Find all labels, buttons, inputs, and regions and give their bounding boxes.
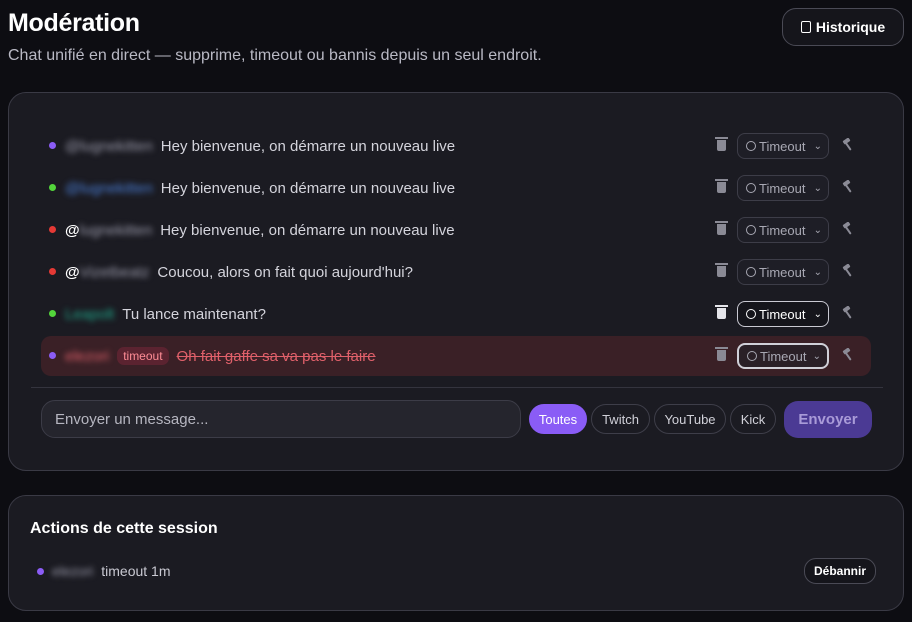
message-username[interactable]: Leapolt xyxy=(65,306,114,323)
chat-message: @lugnekitten Hey bienvenue, on démarre un… xyxy=(41,210,871,250)
chat-message: elezori timeout Oh fait gaffe sa va pas le… xyxy=(41,336,871,376)
chat-message: @ Vizetbeatz Coucou, alors on fait quoi au… xyxy=(41,252,871,292)
clock-icon xyxy=(746,183,756,193)
timeout-select-label: Timeout xyxy=(760,348,807,364)
clock-icon xyxy=(746,225,756,235)
delete-icon[interactable] xyxy=(715,137,728,151)
chevron-down-icon: ⌄ xyxy=(813,224,822,236)
ban-hammer-icon[interactable] xyxy=(841,138,855,152)
history-button[interactable]: Historique xyxy=(782,8,904,46)
platform-dot xyxy=(49,268,56,275)
message-username[interactable]: lugnekitten xyxy=(80,222,153,239)
message-text: Hey bienvenue, on démarre un nouveau liv… xyxy=(160,137,456,155)
chevron-down-icon: ⌄ xyxy=(813,182,822,194)
unban-button[interactable]: Débannir xyxy=(804,558,876,584)
session-action-row: elezori timeout 1m xyxy=(37,560,171,582)
timeout-select-label: Timeout xyxy=(759,222,806,238)
ban-hammer-icon[interactable] xyxy=(841,306,855,320)
timeout-select[interactable]: Timeout ⌄ xyxy=(737,133,829,159)
delete-icon[interactable] xyxy=(715,221,728,235)
message-username[interactable]: elezori xyxy=(65,348,109,365)
platform-dot xyxy=(49,352,56,359)
ban-hammer-icon[interactable] xyxy=(841,264,855,278)
message-content: @lugnekitten Hey bienvenue, on démarre un… xyxy=(65,210,455,250)
chevron-down-icon: ⌄ xyxy=(813,308,822,320)
mention-symbol: @ xyxy=(65,263,80,281)
ban-hammer-icon[interactable] xyxy=(841,222,855,236)
session-actions-title: Actions de cette session xyxy=(30,520,218,537)
ban-hammer-icon[interactable] xyxy=(841,180,855,194)
delete-icon[interactable] xyxy=(715,263,728,277)
chat-message: @lugnekitten Hey bienvenue, on démarre un… xyxy=(41,168,871,208)
action-description: timeout 1m xyxy=(101,563,171,579)
timeout-badge: timeout xyxy=(117,347,169,365)
filter-all[interactable]: Toutes xyxy=(529,404,587,434)
action-username: elezori xyxy=(52,563,94,579)
timeout-select-label: Timeout xyxy=(759,264,806,280)
platform-dot xyxy=(49,226,56,233)
message-username[interactable]: Vizetbeatz xyxy=(80,264,150,281)
filter-kick[interactable]: Kick xyxy=(730,404,776,434)
send-button[interactable]: Envoyer xyxy=(784,401,872,438)
clock-icon xyxy=(746,309,756,319)
chat-message: Leapolt Tu lance maintenant? Timeout ⌄ xyxy=(41,294,871,334)
timeout-select[interactable]: Timeout ⌄ xyxy=(737,175,829,201)
chevron-down-icon: ⌄ xyxy=(812,350,821,362)
clock-icon xyxy=(746,141,756,151)
mention-symbol: @ xyxy=(65,221,80,239)
message-text: Hey bienvenue, on démarre un nouveau liv… xyxy=(160,221,455,239)
divider xyxy=(31,387,883,388)
history-button-label: Historique xyxy=(815,19,886,35)
document-icon xyxy=(800,21,811,33)
platform-dot xyxy=(37,567,44,575)
chevron-down-icon: ⌄ xyxy=(813,140,822,152)
message-text: Hey bienvenue, on démarre un nouveau liv… xyxy=(160,179,456,197)
clock-icon xyxy=(747,351,757,361)
timeout-select[interactable]: Timeout ⌄ xyxy=(737,343,829,369)
filter-twitch[interactable]: Twitch xyxy=(591,404,650,434)
platform-dot xyxy=(49,310,56,317)
page-subtitle: Chat unifié en direct — supprime, timeou… xyxy=(8,47,542,64)
message-username[interactable]: @lugnekitten xyxy=(65,180,153,197)
chevron-down-icon: ⌄ xyxy=(813,266,822,278)
message-text: Coucou, alors on fait quoi aujourd'hui? xyxy=(157,263,413,281)
message-content: Leapolt Tu lance maintenant? xyxy=(65,294,266,334)
timeout-select-label: Timeout xyxy=(759,306,806,322)
message-content: @lugnekitten Hey bienvenue, on démarre un… xyxy=(65,126,455,166)
clock-icon xyxy=(746,267,756,277)
message-input[interactable] xyxy=(41,400,521,438)
filter-youtube[interactable]: YouTube xyxy=(654,404,726,434)
message-username[interactable]: @lugnekitten xyxy=(65,138,153,155)
message-text: Oh fait gaffe sa va pas le faire xyxy=(176,347,376,365)
chat-message: @lugnekitten Hey bienvenue, on démarre un… xyxy=(41,126,871,166)
timeout-select[interactable]: Timeout ⌄ xyxy=(737,259,829,285)
timeout-select[interactable]: Timeout ⌄ xyxy=(737,301,829,327)
delete-icon[interactable] xyxy=(715,305,728,319)
message-content: @ Vizetbeatz Coucou, alors on fait quoi au… xyxy=(65,252,413,292)
message-text: Tu lance maintenant? xyxy=(122,305,266,323)
session-actions-panel: Actions de cette session elezori timeout… xyxy=(8,495,904,611)
delete-icon[interactable] xyxy=(715,179,728,193)
platform-dot xyxy=(49,184,56,191)
chat-panel: @lugnekitten Hey bienvenue, on démarre un… xyxy=(8,92,904,471)
delete-icon[interactable] xyxy=(715,347,728,361)
ban-hammer-icon[interactable] xyxy=(841,348,855,362)
timeout-select-label: Timeout xyxy=(759,138,806,154)
platform-dot xyxy=(49,142,56,149)
timeout-select[interactable]: Timeout ⌄ xyxy=(737,217,829,243)
page-title: Modération xyxy=(8,9,140,37)
message-content: @lugnekitten Hey bienvenue, on démarre un… xyxy=(65,168,455,208)
message-content: elezori timeout Oh fait gaffe sa va pas le… xyxy=(65,336,376,376)
timeout-select-label: Timeout xyxy=(759,180,806,196)
